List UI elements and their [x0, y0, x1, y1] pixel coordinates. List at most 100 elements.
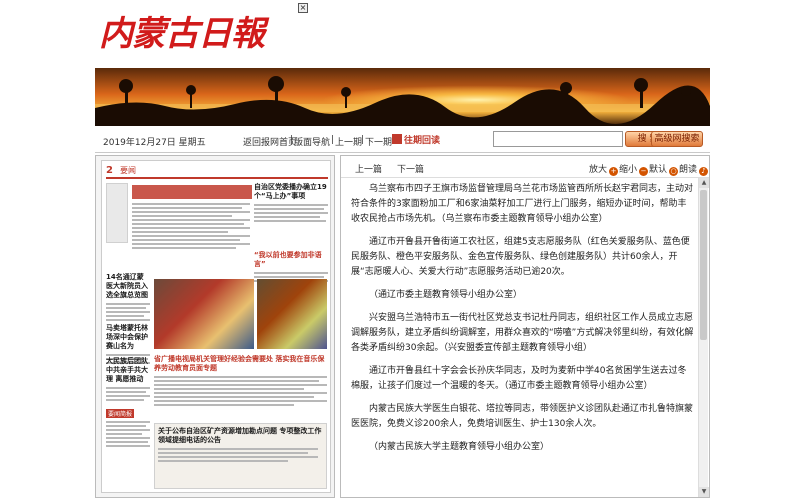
thumb-headline[interactable]: 自治区党委播办确立19个“马上办”事项 — [254, 183, 328, 201]
article-paragraph: 通辽市开鲁县开鲁街道工农社区，组建5支志愿服务队（红色关爱服务队、蓝色便民服务队… — [351, 237, 690, 277]
text-line — [154, 396, 314, 398]
article-panel: 上一篇 下一篇 放大 + 缩小 − 默认 ○ 朗读 ♪ 乌兰察布市四子王旗市场监督管理局… — [340, 155, 710, 498]
home-link[interactable]: 返回报网首页 — [243, 135, 297, 148]
section-nav-link[interactable]: 版面导航 — [294, 135, 330, 148]
text-line — [106, 445, 150, 447]
thumb-text-col — [132, 203, 250, 251]
text-line — [158, 448, 318, 450]
archive-link[interactable]: 往期回读 — [392, 133, 440, 146]
thumb-headline[interactable]: 14名通辽蒙医大新院员入选全旗总览图 — [106, 273, 150, 300]
text-line — [106, 441, 148, 443]
text-line — [154, 384, 327, 386]
page: 内蒙古日報 × 2019年12月27日 星期五 返回报网首页 | 版面导航 | … — [0, 0, 800, 500]
read-aloud-button[interactable]: 朗读 ♪ — [679, 162, 709, 176]
text-line — [106, 421, 150, 423]
text-line — [106, 303, 150, 305]
thumb-headline-col-3: 14名通辽蒙医大新院员入选全旗总览图 马卖塔蒙托林场深中会保护赛山名为 — [106, 273, 150, 366]
close-icon[interactable]: × — [298, 3, 308, 13]
thumb-side-photo[interactable] — [257, 279, 327, 349]
prev-article-link[interactable]: 上一篇 — [355, 162, 382, 175]
article-toolbar: 上一篇 下一篇 放大 + 缩小 − 默认 ○ 朗读 ♪ — [341, 156, 709, 178]
sep-3: | — [361, 135, 365, 145]
default-size-button[interactable]: 默认 ○ — [649, 162, 679, 176]
thumb-headline-col-4: 大民族后团队中共亲手共大理 离愿推动 — [106, 357, 150, 403]
text-line — [254, 212, 328, 214]
page-section-name: 要闻 — [120, 166, 136, 175]
text-line — [106, 307, 146, 309]
page-thumbnail-panel: 2 要闻 自治区党委播办确立19个“马上办”事项 “我以前也要参加非语言” 14… — [95, 155, 335, 498]
thumb-headline-col-1: 自治区党委播办确立19个“马上办”事项 — [254, 183, 328, 224]
thumb-headline[interactable]: “我以前也要参加非语言” — [254, 251, 328, 269]
text-line — [132, 239, 240, 241]
text-line — [154, 392, 327, 394]
text-line — [254, 276, 324, 278]
zoom-out-icon: − — [639, 167, 649, 176]
advanced-search-button[interactable]: 高级网搜索 — [651, 131, 703, 147]
thumb-headline[interactable]: 马卖塔蒙托林场深中会保护赛山名为 — [106, 324, 150, 351]
text-line — [132, 203, 250, 205]
text-line — [254, 216, 320, 218]
text-line — [254, 208, 324, 210]
text-line — [132, 223, 244, 225]
issue-date: 2019年12月27日 星期五 — [103, 138, 206, 148]
page-number: 2 — [106, 165, 113, 176]
prev-issue-link[interactable]: 上一期 — [335, 135, 362, 148]
text-line — [106, 425, 146, 427]
thumb-left-column-box — [106, 183, 128, 243]
text-line — [106, 354, 150, 356]
speaker-icon: ♪ — [699, 167, 709, 176]
article-paragraph: 兴安盟乌兰浩特市五一街代社区党总支书记杜丹同志，组织社区工作人员成立志愿调解服务… — [351, 313, 694, 353]
text-line — [254, 220, 326, 222]
text-line — [106, 387, 150, 389]
text-line — [154, 400, 327, 402]
thumb-news-brief-tag[interactable]: 要闻简报 — [106, 409, 135, 418]
article-body: 乌兰察布市四子王旗市场监督管理局乌兰花市场监管西所所长赵宇君同志，主动对符合条件… — [351, 182, 695, 497]
zoom-in-icon: + — [609, 167, 619, 176]
zoom-in-button[interactable]: 放大 + — [589, 162, 619, 176]
thumb-brief-col — [106, 421, 150, 449]
archive-label: 往期回读 — [404, 136, 441, 146]
text-line — [132, 243, 250, 245]
text-line — [106, 311, 150, 313]
text-line — [154, 388, 304, 390]
text-line — [106, 429, 150, 431]
thumb-headline[interactable]: 大民族后团队中共亲手共大理 离愿推动 — [106, 357, 150, 384]
archive-icon — [392, 134, 402, 144]
thumb-headline[interactable]: 关于公布自治区矿产资源增加勘点问题 专项整改工作领域提细电话的公告 — [158, 427, 323, 445]
read-aloud-label: 朗读 — [679, 165, 698, 175]
top-toolbar: 2019年12月27日 星期五 返回报网首页 | 版面导航 | 上一期 | 下一… — [95, 128, 710, 150]
article-paragraph: 通辽市开鲁县红十字会会长孙庆华同志，及时为麦新中学40名贫困学生送去过冬棉服，让… — [351, 366, 687, 391]
text-line — [106, 433, 142, 435]
header-banner — [95, 68, 710, 126]
newspaper-logo[interactable]: 内蒙古日報 — [99, 6, 265, 55]
scroll-down-arrow-icon[interactable]: ▼ — [699, 487, 709, 497]
scroll-up-arrow-icon[interactable]: ▲ — [699, 178, 709, 188]
text-line — [132, 219, 250, 221]
text-line — [132, 235, 250, 237]
scrollbar-thumb[interactable] — [700, 190, 707, 340]
next-article-link[interactable]: 下一篇 — [397, 162, 424, 175]
reset-icon: ○ — [669, 167, 679, 176]
thumb-notice-box: 关于公布自治区矿产资源增加勘点问题 专项整改工作领域提细电话的公告 — [154, 423, 327, 489]
text-line — [154, 380, 319, 382]
zoom-out-label: 缩小 — [619, 165, 638, 175]
text-line — [106, 319, 150, 321]
text-line — [154, 404, 294, 406]
thumb-headline[interactable]: 省广播电视局机关管理好经验会需要处 落实我在音乐保养劳动教育员面专题 — [154, 355, 327, 373]
sep-1: | — [290, 135, 294, 145]
thumb-main-photo[interactable] — [154, 279, 254, 349]
sunset-banner-image — [95, 68, 710, 126]
text-line — [106, 395, 150, 397]
next-issue-link[interactable]: 下一期 — [365, 135, 392, 148]
zoom-out-button[interactable]: 缩小 − — [619, 162, 649, 176]
article-paragraph: 乌兰察布市四子王旗市场监督管理局乌兰花市场监管西所所长赵宇君同志，主动对符合条件… — [351, 184, 694, 224]
text-line — [132, 231, 228, 233]
text-line — [106, 315, 144, 317]
text-line — [254, 204, 328, 206]
text-line — [132, 207, 242, 209]
text-line — [132, 227, 250, 229]
article-paragraph: （通辽市委主题教育领导小组办公室） — [369, 290, 523, 300]
article-scrollbar[interactable]: ▲ ▼ — [698, 178, 709, 497]
page-thumbnail[interactable]: 2 要闻 自治区党委播办确立19个“马上办”事项 “我以前也要参加非语言” 14… — [101, 160, 331, 493]
search-input[interactable] — [493, 131, 623, 147]
